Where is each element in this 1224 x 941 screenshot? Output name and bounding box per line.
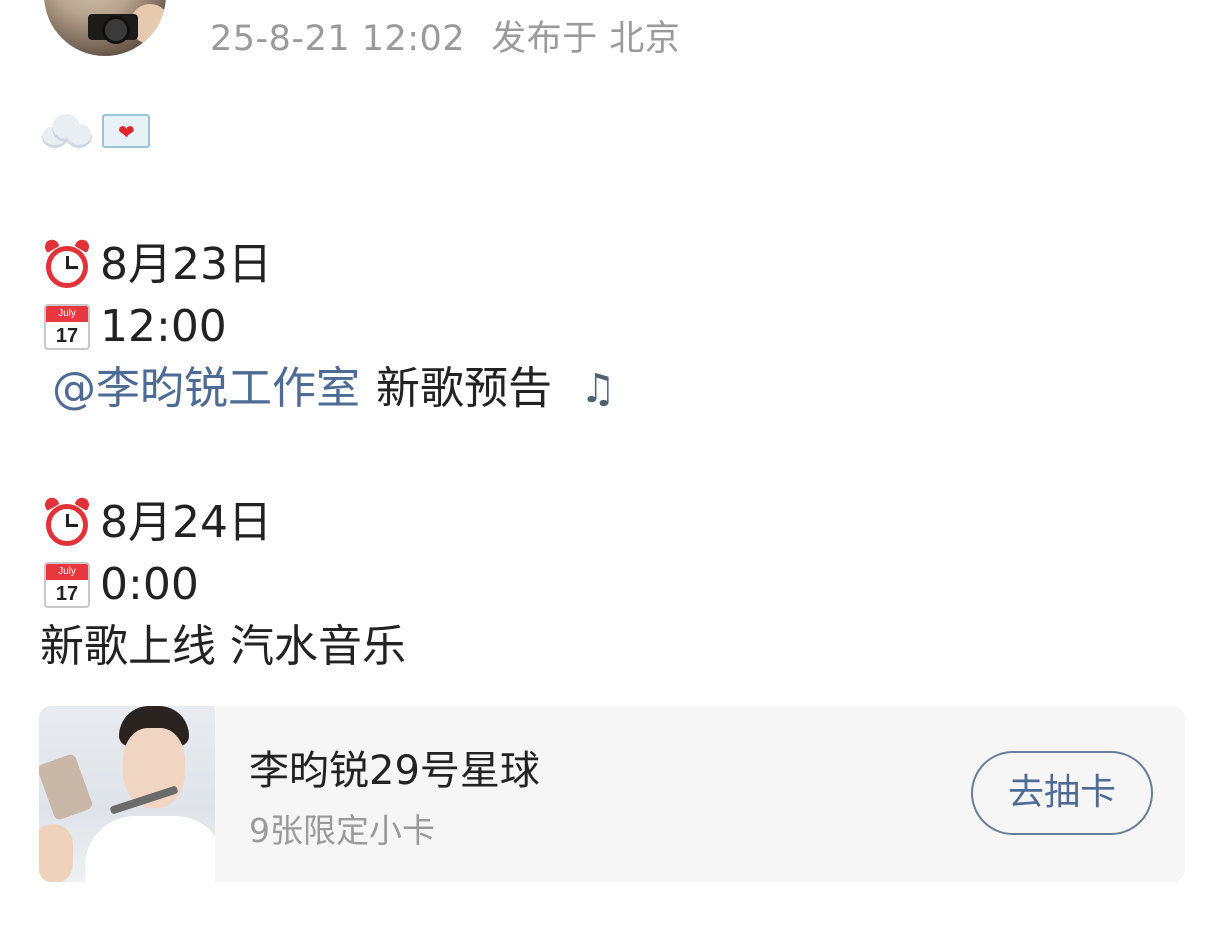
love-letter-icon: ❤: [100, 104, 154, 158]
cloud-icon: [40, 104, 94, 158]
calendar-icon: July 17: [40, 558, 94, 612]
schedule-note-line: 新歌上线 汽水音乐: [40, 616, 1190, 678]
draw-card-button[interactable]: 去抽卡: [971, 751, 1153, 835]
card-title: 李昀锐29号星球: [249, 748, 540, 794]
schedule-time: 0:00: [100, 559, 199, 610]
emoji-line: ❤: [40, 100, 1190, 162]
post-timestamp: 25-8-21 12:02: [210, 19, 466, 59]
schedule-date: 8月23日: [100, 239, 272, 290]
schedule-time-line: July 17 0:00: [40, 554, 1190, 616]
alarm-clock-icon: [40, 237, 94, 292]
schedule-time-line: July 17 12:00: [40, 296, 1190, 358]
author-avatar[interactable]: [44, 0, 166, 56]
promo-card[interactable]: 李昀锐29号星球 9张限定小卡 去抽卡: [39, 706, 1185, 882]
schedule-note: 新歌上线 汽水音乐: [40, 621, 406, 672]
schedule-date-line: 8月24日: [40, 492, 1190, 554]
schedule-note: 新歌预告: [376, 363, 552, 414]
calendar-icon: July 17: [40, 300, 94, 354]
schedule-time: 12:00: [100, 301, 227, 352]
card-thumbnail: [39, 706, 215, 882]
studio-mention-link[interactable]: @李昀锐工作室: [52, 358, 360, 420]
post-location: 发布于 北京: [491, 19, 681, 59]
card-subtitle: 9张限定小卡: [249, 811, 435, 850]
music-note-icon: ♫: [580, 366, 616, 412]
schedule-date: 8月24日: [100, 497, 272, 548]
alarm-clock-icon: [40, 495, 94, 550]
post-content: ❤ 8月23日 July 17 12:00 @李昀锐工作室 新歌预告 ♫ 8月2…: [40, 100, 1190, 678]
schedule-note-line: @李昀锐工作室 新歌预告 ♫: [40, 358, 1190, 420]
schedule-date-line: 8月23日: [40, 234, 1190, 296]
post-meta: 25-8-21 12:02 发布于 北京: [210, 10, 706, 61]
